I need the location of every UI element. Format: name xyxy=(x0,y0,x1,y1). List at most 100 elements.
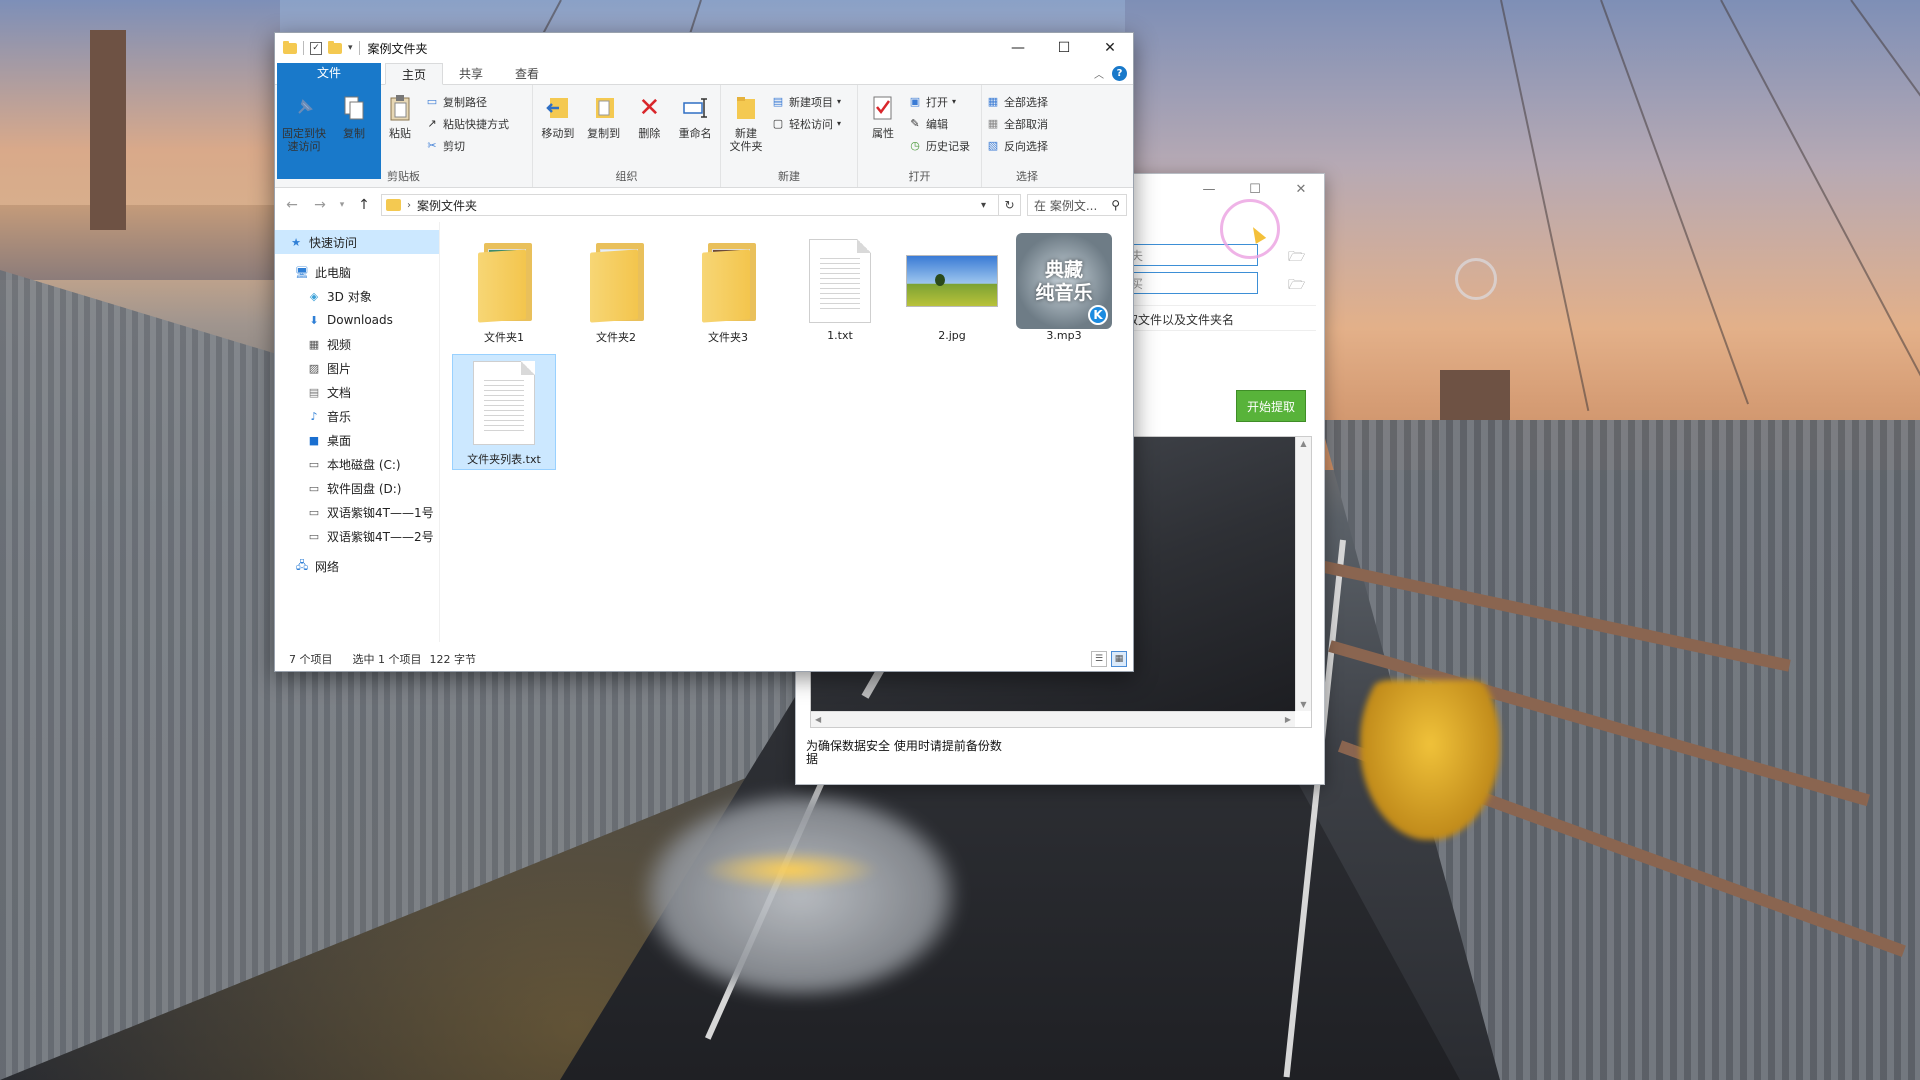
preview-vertical-scrollbar[interactable]: ▲ ▼ xyxy=(1295,437,1311,711)
nav-this-pc[interactable]: 🖥 此电脑 xyxy=(275,260,439,284)
source-browse-icon[interactable]: 🗁 xyxy=(1288,246,1305,270)
history-icon: ◷ xyxy=(910,139,920,152)
nav-desktop[interactable]: ■ 桌面 xyxy=(275,428,439,452)
large-icons-view-icon[interactable]: ▦ xyxy=(1111,651,1127,667)
desktop-icon: ■ xyxy=(308,433,320,447)
bg-water-left xyxy=(0,205,280,280)
new-item-button[interactable]: ▤ 新建项目 ▾ xyxy=(771,93,841,110)
file-item-folder3[interactable]: 文件夹3 xyxy=(676,232,780,348)
tool-minimize-button[interactable]: — xyxy=(1186,174,1232,204)
navigation-pane: ★ 快速访问 🖥 此电脑 ◈ 3D 对象 ⬇ Downloads ▦ 视频 ▨ 图片 ▤ 文档… xyxy=(275,222,440,642)
qat-dropdown-icon[interactable]: ▾ xyxy=(348,43,353,53)
file-item-3-mp3[interactable]: 典藏 纯音乐 K 3.mp3 xyxy=(1012,232,1116,348)
details-view-icon[interactable]: ☰ xyxy=(1091,651,1107,667)
backup-notice: 为确保数据安全 使用时请提前备份数 据 xyxy=(806,739,1002,766)
nav-music[interactable]: ♪ 音乐 xyxy=(275,404,439,428)
output-browse-icon[interactable]: 🗁 xyxy=(1288,274,1305,298)
scroll-up-icon[interactable]: ▲ xyxy=(1300,439,1306,448)
select-none-button[interactable]: ▦ 全部取消 xyxy=(986,115,1048,132)
tab-view[interactable]: 查看 xyxy=(499,63,555,84)
nav-quick-access[interactable]: ★ 快速访问 xyxy=(275,230,439,254)
invert-selection-label: 反向选择 xyxy=(1004,139,1048,153)
paste-button[interactable]: 粘贴 xyxy=(379,89,421,169)
close-button[interactable]: ✕ xyxy=(1087,33,1133,63)
delete-button[interactable]: ✕ 删除 xyxy=(629,89,671,169)
minimize-button[interactable]: — xyxy=(995,33,1041,63)
forward-arrow-icon[interactable]: → xyxy=(309,197,331,213)
tool-close-button[interactable]: ✕ xyxy=(1278,174,1324,204)
tab-home[interactable]: 主页 xyxy=(385,63,444,85)
open-icon: ▣ xyxy=(909,95,921,108)
nav-drive-c[interactable]: ▭ 本地磁盘 (C:) xyxy=(275,452,439,476)
nav-videos[interactable]: ▦ 视频 xyxy=(275,332,439,356)
nav-documents[interactable]: ▤ 文档 xyxy=(275,380,439,404)
nav-3d-objects[interactable]: ◈ 3D 对象 xyxy=(275,284,439,308)
scroll-left-icon[interactable]: ◀ xyxy=(815,715,821,724)
nav-pictures[interactable]: ▨ 图片 xyxy=(275,356,439,380)
recent-dropdown-icon[interactable]: ▾ xyxy=(337,200,347,210)
new-group-label: 新建 xyxy=(778,170,800,183)
properties-qat-icon[interactable]: ✓ xyxy=(310,41,322,55)
nav-downloads[interactable]: ⬇ Downloads xyxy=(275,308,439,332)
nav-drive-2[interactable]: ▭ 双语紫铷4T——2号 xyxy=(275,524,439,548)
file-name: 文件夹1 xyxy=(484,331,524,344)
invert-selection-button[interactable]: ▧ 反向选择 xyxy=(986,137,1048,154)
rename-icon xyxy=(680,93,710,123)
document-icon: ▤ xyxy=(308,385,320,399)
edit-label: 编辑 xyxy=(926,117,948,131)
copy-path-label: 复制路径 xyxy=(443,95,487,109)
file-item-folder-list-txt[interactable]: 文件夹列表.txt xyxy=(452,354,556,470)
scroll-right-icon[interactable]: ▶ xyxy=(1285,715,1291,724)
back-arrow-icon[interactable]: ← xyxy=(281,197,303,213)
history-button[interactable]: ◷ 历史记录 xyxy=(908,137,970,154)
title-bar[interactable]: ✓ ▾ 案例文件夹 — ☐ ✕ xyxy=(275,33,1133,63)
select-all-button[interactable]: ▦ 全部选择 xyxy=(986,93,1048,110)
edit-button[interactable]: ✎ 编辑 xyxy=(908,115,970,132)
nav-drive-d[interactable]: ▭ 软件固盘 (D:) xyxy=(275,476,439,500)
move-to-button[interactable]: 移动到 xyxy=(537,89,579,169)
file-item-folder2[interactable]: 文件夹2 xyxy=(564,232,668,348)
pin-label: 固定到快 速访问 xyxy=(282,127,326,153)
collapse-ribbon-icon[interactable]: ︿ xyxy=(1094,66,1104,81)
easy-access-button[interactable]: ▢ 轻松访问 ▾ xyxy=(771,115,841,132)
address-dropdown-icon[interactable]: ▾ xyxy=(973,199,992,211)
tab-share[interactable]: 共享 xyxy=(443,63,499,84)
file-item-1-txt[interactable]: 1.txt xyxy=(788,232,892,348)
new-small-buttons: ▤ 新建项目 ▾ ▢ 轻松访问 ▾ xyxy=(771,89,841,169)
nav-network[interactable]: 🖧 网络 xyxy=(275,554,439,578)
nav-item-label: 视频 xyxy=(327,337,352,352)
cut-button[interactable]: ✂ 剪切 xyxy=(425,137,509,154)
help-icon[interactable]: ? xyxy=(1112,66,1127,81)
nav-drive-1[interactable]: ▭ 双语紫铷4T——1号 xyxy=(275,500,439,524)
open-button[interactable]: ▣ 打开 ▾ xyxy=(908,93,970,110)
text-file-icon xyxy=(456,359,552,447)
extract-mode-option[interactable]: 取文件以及文件夹名 xyxy=(1126,305,1316,331)
clipboard-small-buttons: ▭ 复制路径 ↗ 粘贴快捷方式 ✂ 剪切 xyxy=(425,89,509,169)
maximize-button[interactable]: ☐ xyxy=(1041,33,1087,63)
copy-to-label: 复制到 xyxy=(587,127,621,140)
file-item-folder1[interactable]: 文件夹1 xyxy=(452,232,556,348)
pin-quick-access-button[interactable]: 固定到快 速访问 xyxy=(279,89,329,169)
paste-shortcut-label: 粘贴快捷方式 xyxy=(443,117,509,131)
breadcrumb-current[interactable]: 案例文件夹 xyxy=(417,197,477,214)
refresh-icon[interactable]: ↻ xyxy=(998,195,1020,215)
new-folder-qat-icon[interactable] xyxy=(328,40,342,54)
paste-shortcut-button[interactable]: ↗ 粘贴快捷方式 xyxy=(425,115,509,132)
copy-path-button[interactable]: ▭ 复制路径 xyxy=(425,93,509,110)
copy-button[interactable]: 复制 xyxy=(333,89,375,169)
scroll-down-icon[interactable]: ▼ xyxy=(1300,700,1306,709)
new-folder-button[interactable]: 新建 文件夹 xyxy=(725,89,767,169)
properties-button[interactable]: 属性 xyxy=(862,89,904,169)
up-arrow-icon[interactable]: ↑ xyxy=(353,197,375,213)
rename-button[interactable]: 重命名 xyxy=(674,89,716,169)
file-item-2-jpg[interactable]: 2.jpg xyxy=(900,232,1004,348)
window-title: 案例文件夹 xyxy=(367,41,428,56)
qat-separator xyxy=(303,41,304,55)
start-extract-button[interactable]: 开始提取 xyxy=(1236,390,1306,422)
folder-icon xyxy=(680,237,776,325)
search-placeholder: 在 案例文... xyxy=(1034,198,1098,213)
copy-to-button[interactable]: 复制到 xyxy=(583,89,625,169)
address-bar[interactable]: › 案例文件夹 ▾ ↻ xyxy=(381,194,1021,216)
preview-horizontal-scrollbar[interactable]: ◀ ▶ xyxy=(811,711,1295,727)
search-box[interactable]: 在 案例文... ⚲ xyxy=(1027,194,1127,216)
